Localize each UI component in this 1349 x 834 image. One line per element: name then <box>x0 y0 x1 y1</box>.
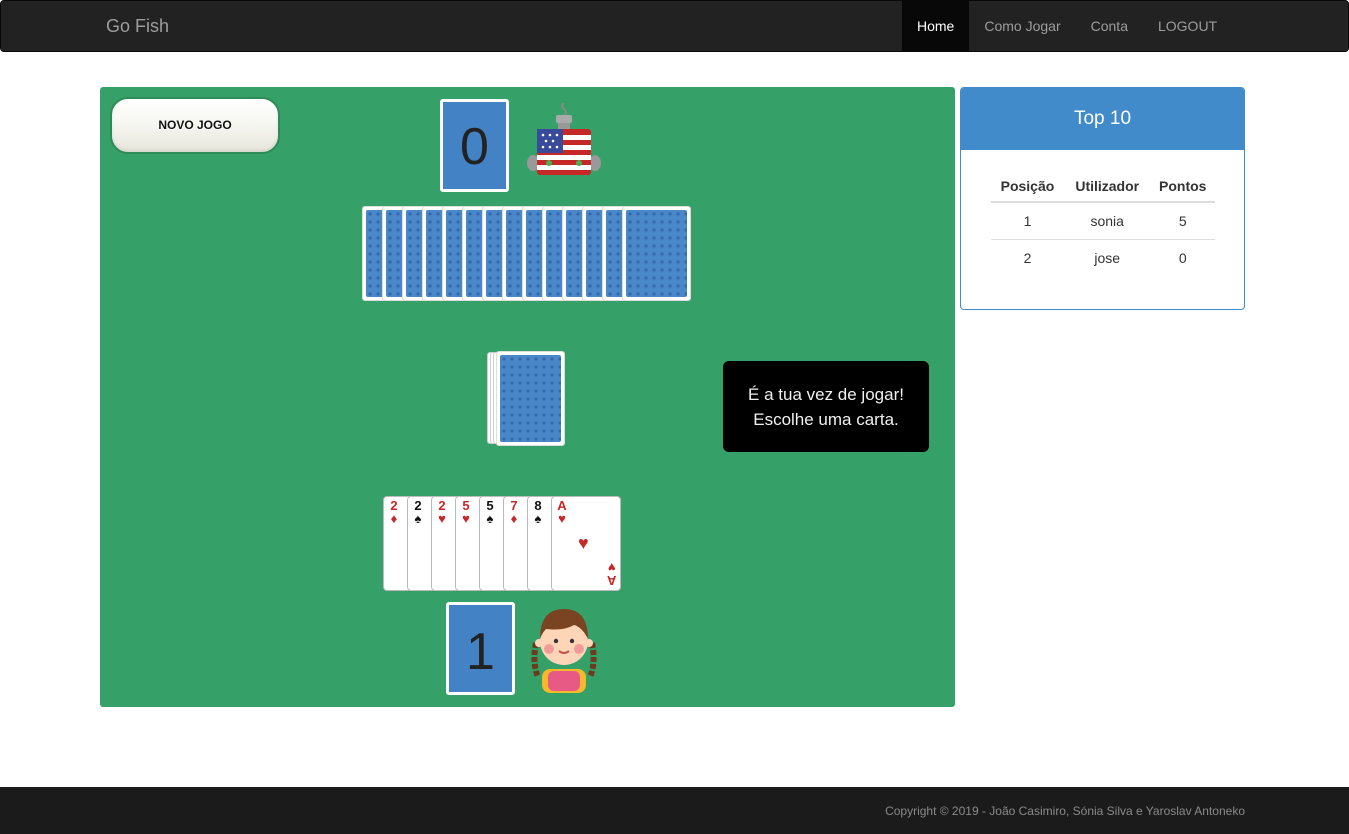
robot-flag-icon <box>527 99 601 179</box>
nav-menu: Home Como Jogar Conta LOGOUT <box>902 1 1232 51</box>
game-table: NOVO JOGO 0 É a tua vez de jogar! Escolh… <box>100 87 955 707</box>
cell-user: jose <box>1063 238 1151 276</box>
girl-avatar-icon <box>528 603 600 693</box>
card-suit: ♠ <box>534 511 542 526</box>
table-row: 2 jose 0 <box>991 238 1215 276</box>
turn-message-line1: É a tua vez de jogar! <box>748 385 904 404</box>
card-suit: ♦ <box>390 511 398 526</box>
nav-conta[interactable]: Conta <box>1076 1 1143 51</box>
footer: Copyright © 2019 - João Casimiro, Sónia … <box>0 787 1349 834</box>
column-header: Posição <box>991 170 1064 203</box>
table-row: 1 sonia 5 <box>991 201 1215 239</box>
card-center-suit: ♥ <box>578 533 589 553</box>
column-header: Utilizador <box>1063 170 1151 203</box>
draw-pile[interactable] <box>487 351 567 447</box>
nav-como-jogar[interactable]: Como Jogar <box>969 1 1075 51</box>
leaderboard-table: Posição Utilizador Pontos 1 sonia 5 2 jo… <box>991 170 1215 276</box>
cell-position: 2 <box>991 238 1064 276</box>
new-game-button[interactable]: NOVO JOGO <box>110 97 280 154</box>
card-suit: ♠ <box>486 511 494 526</box>
nav-logout[interactable]: LOGOUT <box>1143 1 1232 51</box>
opponent-card <box>622 206 691 301</box>
player-card[interactable]: A ♥ ♥ A ♥ <box>551 496 621 591</box>
opponent-score: 0 <box>440 99 509 192</box>
cell-points: 0 <box>1150 238 1215 276</box>
column-header: Pontos <box>1150 170 1215 203</box>
cell-position: 1 <box>991 201 1064 239</box>
card-rank-corner: A <box>606 573 616 588</box>
card-suit: ♥ <box>462 511 470 526</box>
card-suit: ♠ <box>414 511 422 526</box>
deck-top-card[interactable] <box>496 351 565 446</box>
card-suit-corner: ♥ <box>607 560 616 575</box>
opponent-hand <box>362 206 692 301</box>
table-header-row: Posição Utilizador Pontos <box>991 170 1215 203</box>
card-suit: ♥ <box>558 511 566 526</box>
cell-points: 5 <box>1150 201 1215 239</box>
leaderboard-title: Top 10 <box>961 88 1244 150</box>
turn-message: É a tua vez de jogar! Escolhe uma carta. <box>723 361 929 452</box>
copyright-text: Copyright © 2019 - João Casimiro, Sónia … <box>885 804 1245 818</box>
nav-home[interactable]: Home <box>902 1 970 51</box>
navbar: Go Fish Home Como Jogar Conta LOGOUT <box>0 0 1349 52</box>
cell-user: sonia <box>1063 201 1151 239</box>
leaderboard-panel: Top 10 Posição Utilizador Pontos 1 sonia… <box>960 87 1245 310</box>
turn-message-line2: Escolhe uma carta. <box>753 410 899 429</box>
card-suit: ♦ <box>510 511 518 526</box>
player-score: 1 <box>446 602 515 695</box>
brand-link[interactable]: Go Fish <box>106 16 169 37</box>
card-suit: ♥ <box>438 511 446 526</box>
